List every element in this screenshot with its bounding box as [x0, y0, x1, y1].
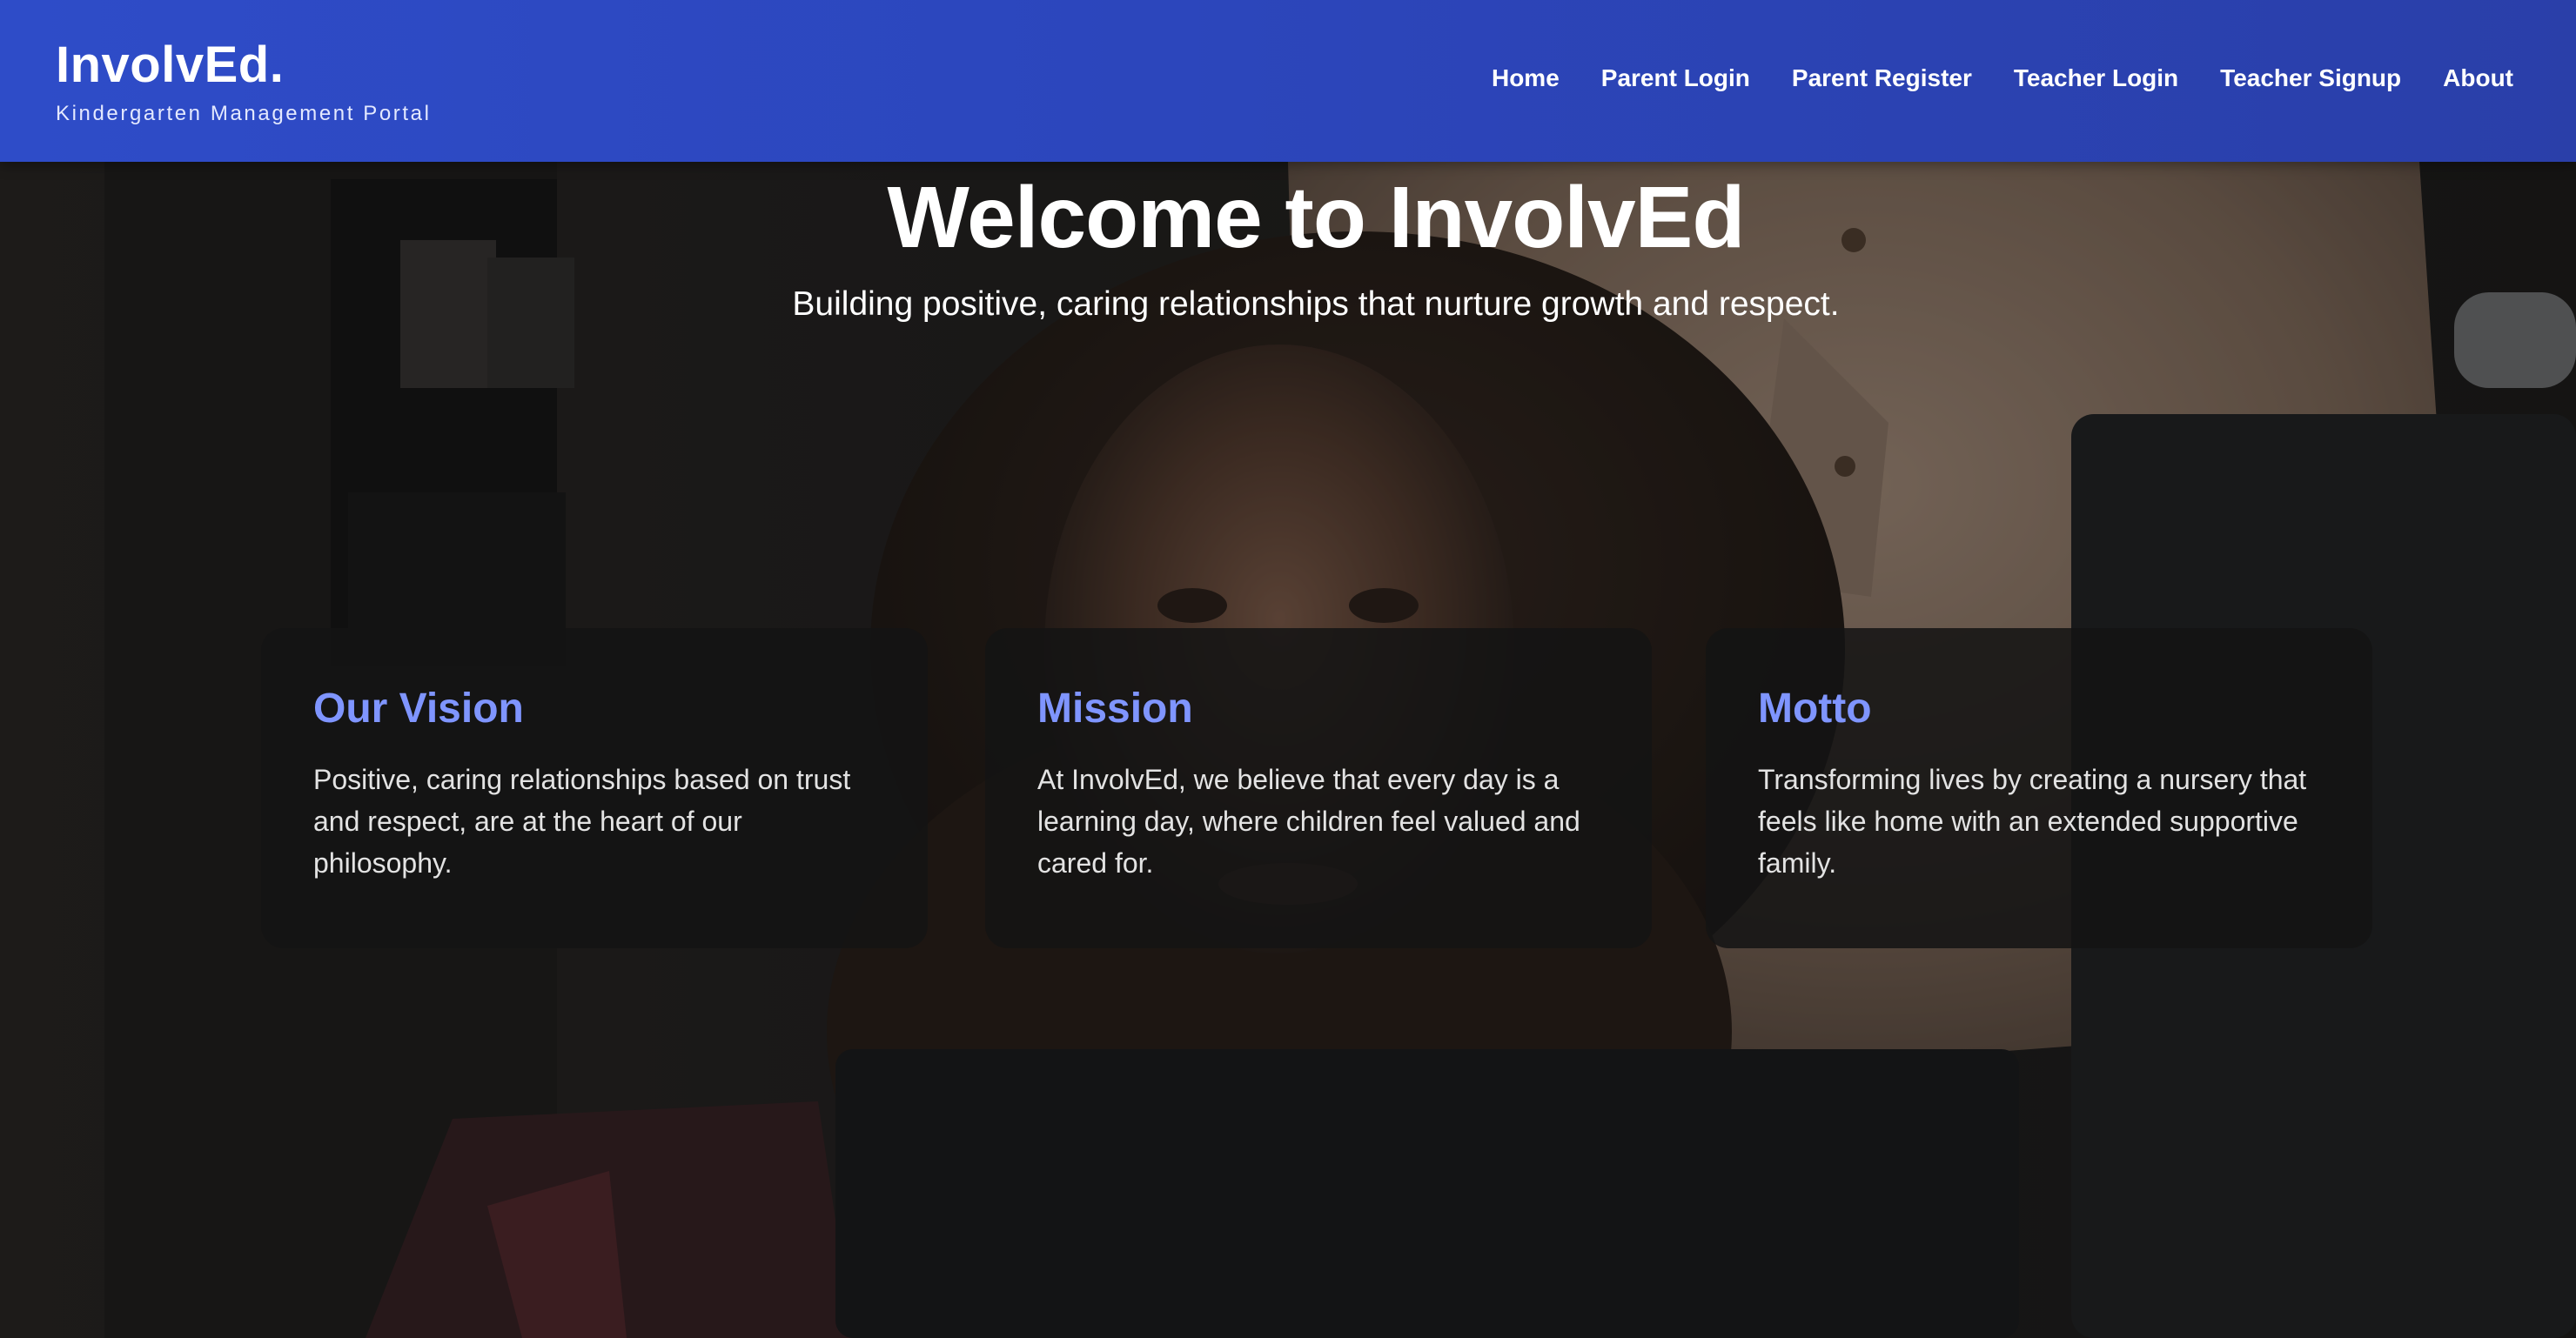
- main-nav: Home Parent Login Parent Register Teache…: [1471, 57, 2534, 99]
- nav-link-about[interactable]: About: [2422, 57, 2534, 99]
- nav-link-home[interactable]: Home: [1471, 57, 1580, 99]
- nav-link-teacher-signup[interactable]: Teacher Signup: [2199, 57, 2422, 99]
- hero-subtitle: Building positive, caring relationships …: [792, 285, 1840, 323]
- nav-link-parent-register[interactable]: Parent Register: [1771, 57, 1993, 99]
- vision-card-title: Our Vision: [313, 686, 524, 732]
- motto-card: Motto Transforming lives by creating a n…: [1706, 628, 2372, 948]
- vision-card-text: Positive, caring relationships based on …: [313, 764, 851, 879]
- mission-card-text: At InvolvEd, we believe that every day i…: [1037, 764, 1580, 879]
- mission-card: Mission At InvolvEd, we believe that eve…: [985, 628, 1652, 948]
- nav-link-teacher-login[interactable]: Teacher Login: [1993, 57, 2199, 99]
- motto-card-text: Transforming lives by creating a nursery…: [1758, 764, 2307, 879]
- site-header: InvolvEd. Kindergarten Management Portal…: [0, 0, 2576, 162]
- brand-logo-title[interactable]: InvolvEd.: [56, 35, 432, 96]
- hero-title: Welcome to InvolvEd: [887, 169, 1746, 266]
- brand[interactable]: InvolvEd. Kindergarten Management Portal: [56, 35, 432, 129]
- page: InvolvEd. Kindergarten Management Portal…: [0, 0, 2576, 1338]
- nav-link-parent-login[interactable]: Parent Login: [1580, 57, 1771, 99]
- motto-card-title: Motto: [1758, 686, 1872, 732]
- mission-card-title: Mission: [1037, 686, 1193, 732]
- brand-subtitle: Kindergarten Management Portal: [56, 102, 432, 125]
- vision-card: Our Vision Positive, caring relationship…: [261, 628, 928, 948]
